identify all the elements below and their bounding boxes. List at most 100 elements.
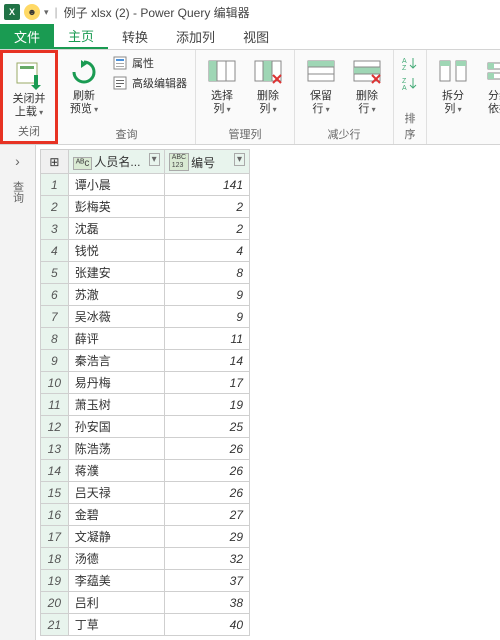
table-row[interactable]: 5张建安8 xyxy=(41,262,250,284)
cell-id[interactable]: 19 xyxy=(164,394,249,416)
cell-name[interactable]: 陈浩荡 xyxy=(68,438,164,460)
qat-dropdown-icon[interactable]: ▾ xyxy=(44,7,49,18)
table-row[interactable]: 7吴冰薇9 xyxy=(41,306,250,328)
table-row[interactable]: 6苏澈9 xyxy=(41,284,250,306)
cell-id[interactable]: 29 xyxy=(164,526,249,548)
cell-id[interactable]: 27 xyxy=(164,504,249,526)
tab-transform[interactable]: 转换 xyxy=(108,24,162,49)
tab-home[interactable]: 主页 xyxy=(54,24,108,49)
group-label-transform xyxy=(433,130,500,142)
table-row[interactable]: 19李蕴美37 xyxy=(41,570,250,592)
advanced-editor-button[interactable]: 高级编辑器 xyxy=(110,74,189,92)
cell-id[interactable]: 32 xyxy=(164,548,249,570)
cell-id[interactable]: 25 xyxy=(164,416,249,438)
table-row[interactable]: 10易丹梅17 xyxy=(41,372,250,394)
cell-name[interactable]: 金碧 xyxy=(68,504,164,526)
cell-name[interactable]: 沈磊 xyxy=(68,218,164,240)
filter-icon[interactable]: ▾ xyxy=(234,153,245,166)
choose-columns-button[interactable]: 选择列 ▾ xyxy=(202,54,242,118)
table-row[interactable]: 11萧玉树19 xyxy=(41,394,250,416)
cell-name[interactable]: 文凝静 xyxy=(68,526,164,548)
tab-file[interactable]: 文件 xyxy=(0,24,54,49)
advanced-editor-icon xyxy=(112,75,128,91)
properties-button[interactable]: 属性 xyxy=(110,54,189,72)
cell-name[interactable]: 秦浩言 xyxy=(68,350,164,372)
table-row[interactable]: 21丁草40 xyxy=(41,614,250,636)
cell-id[interactable]: 26 xyxy=(164,482,249,504)
cell-name[interactable]: 张建安 xyxy=(68,262,164,284)
separator: | xyxy=(55,5,58,19)
cell-id[interactable]: 2 xyxy=(164,218,249,240)
row-number: 12 xyxy=(41,416,69,438)
cell-name[interactable]: 易丹梅 xyxy=(68,372,164,394)
tab-view[interactable]: 视图 xyxy=(229,24,283,49)
table-row[interactable]: 9秦浩言14 xyxy=(41,350,250,372)
table-row[interactable]: 8薛评11 xyxy=(41,328,250,350)
cell-id[interactable]: 26 xyxy=(164,438,249,460)
cell-name[interactable]: 薛评 xyxy=(68,328,164,350)
table-row[interactable]: 12孙安国25 xyxy=(41,416,250,438)
sort-desc-button[interactable]: ZA xyxy=(400,74,420,92)
table-row[interactable]: 17文凝静29 xyxy=(41,526,250,548)
cell-id[interactable]: 8 xyxy=(164,262,249,284)
table-row[interactable]: 15吕天禄26 xyxy=(41,482,250,504)
table-row[interactable]: 18汤德32 xyxy=(41,548,250,570)
column-header-name[interactable]: ᴬᴮc人员名... ▾ xyxy=(68,150,164,174)
table-corner[interactable]: ⊞ xyxy=(41,150,69,174)
cell-id[interactable]: 4 xyxy=(164,240,249,262)
cell-name[interactable]: 孙安国 xyxy=(68,416,164,438)
cell-id[interactable]: 14 xyxy=(164,350,249,372)
filter-icon[interactable]: ▾ xyxy=(149,153,160,166)
group-label-close: 关闭 xyxy=(9,123,49,139)
cell-name[interactable]: 丁草 xyxy=(68,614,164,636)
remove-columns-button[interactable]: 删除列 ▾ xyxy=(248,54,288,118)
cell-name[interactable]: 吕利 xyxy=(68,592,164,614)
cell-id[interactable]: 141 xyxy=(164,174,249,196)
table-row[interactable]: 4钱悦4 xyxy=(41,240,250,262)
cell-id[interactable]: 9 xyxy=(164,306,249,328)
table-row[interactable]: 20吕利38 xyxy=(41,592,250,614)
column-header-id[interactable]: ABC123编号 ▾ xyxy=(164,150,249,174)
svg-text:Z: Z xyxy=(402,78,407,85)
cell-id[interactable]: 11 xyxy=(164,328,249,350)
cell-name[interactable]: 吴冰薇 xyxy=(68,306,164,328)
refresh-preview-button[interactable]: 刷新预览 ▾ xyxy=(64,54,104,118)
close-and-load-button[interactable]: 关闭并上载 ▾ xyxy=(9,57,49,121)
keep-rows-button[interactable]: 保留行 ▾ xyxy=(301,54,341,118)
cell-name[interactable]: 苏澈 xyxy=(68,284,164,306)
cell-name[interactable]: 钱悦 xyxy=(68,240,164,262)
remove-rows-button[interactable]: 删除行 ▾ xyxy=(347,54,387,118)
table-row[interactable]: 14蒋濮26 xyxy=(41,460,250,482)
row-number: 1 xyxy=(41,174,69,196)
cell-name[interactable]: 彭梅英 xyxy=(68,196,164,218)
data-grid: ⊞ ᴬᴮc人员名... ▾ ABC123编号 ▾ 1谭小晨1412彭梅英23沈磊… xyxy=(40,149,250,636)
cell-name[interactable]: 吕天禄 xyxy=(68,482,164,504)
keep-rows-icon xyxy=(305,56,337,88)
sort-asc-button[interactable]: AZ xyxy=(400,54,420,72)
group-by-button[interactable]: 分组依据 xyxy=(479,54,500,118)
cell-name[interactable]: 汤德 xyxy=(68,548,164,570)
table-row[interactable]: 16金碧27 xyxy=(41,504,250,526)
cell-id[interactable]: 17 xyxy=(164,372,249,394)
cell-name[interactable]: 萧玉树 xyxy=(68,394,164,416)
title-bar: X ☻ ▾ | 例子 xlsx (2) - Power Query 编辑器 xyxy=(0,0,500,24)
cell-name[interactable]: 谭小晨 xyxy=(68,174,164,196)
cell-id[interactable]: 9 xyxy=(164,284,249,306)
excel-icon: X xyxy=(4,4,20,20)
cell-id[interactable]: 37 xyxy=(164,570,249,592)
tab-addcolumn[interactable]: 添加列 xyxy=(162,24,229,49)
table-row[interactable]: 3沈磊2 xyxy=(41,218,250,240)
table-row[interactable]: 13陈浩荡26 xyxy=(41,438,250,460)
table-row[interactable]: 2彭梅英2 xyxy=(41,196,250,218)
cell-id[interactable]: 2 xyxy=(164,196,249,218)
split-column-button[interactable]: 拆分列 ▾ xyxy=(433,54,473,118)
expand-pane-icon[interactable]: › xyxy=(15,153,20,169)
cell-id[interactable]: 40 xyxy=(164,614,249,636)
group-sort: AZ ZA 排序 xyxy=(394,50,427,144)
group-label-reduce-rows: 减少行 xyxy=(301,126,387,142)
cell-id[interactable]: 26 xyxy=(164,460,249,482)
table-row[interactable]: 1谭小晨141 xyxy=(41,174,250,196)
cell-name[interactable]: 李蕴美 xyxy=(68,570,164,592)
cell-id[interactable]: 38 xyxy=(164,592,249,614)
cell-name[interactable]: 蒋濮 xyxy=(68,460,164,482)
